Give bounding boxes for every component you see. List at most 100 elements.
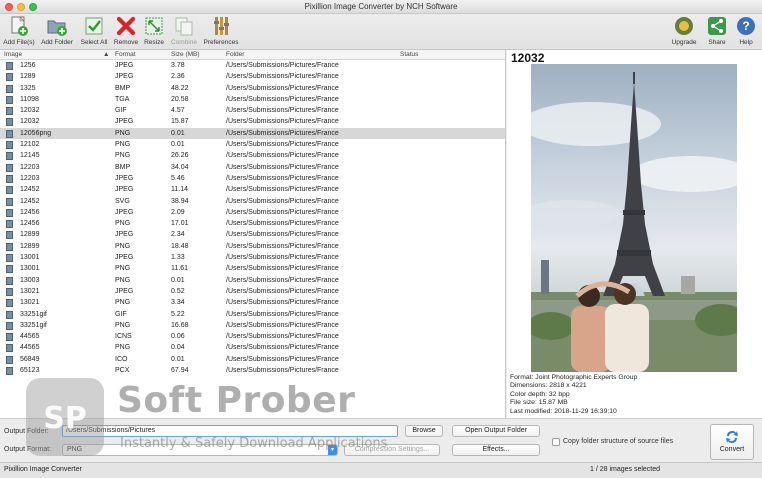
upgrade-icon bbox=[675, 17, 693, 35]
column-header-image[interactable]: Image bbox=[4, 51, 22, 58]
table-row[interactable]: 13021 JPEG 0.52/Users/Submissions/Pictures… bbox=[0, 286, 505, 297]
file-list[interactable]: Image ▲ Format Size (MB) Folder Status 1… bbox=[0, 50, 506, 418]
table-row[interactable]: 12456 PNG 17.01/Users/Submissions/Pictures… bbox=[0, 218, 505, 229]
table-row[interactable]: 12032 GIF 4.57/Users/Submissions/Pictures/… bbox=[0, 105, 505, 116]
resize-button[interactable]: Resize bbox=[142, 15, 166, 46]
preferences-button[interactable]: Preferences bbox=[202, 15, 240, 46]
image-file-icon bbox=[6, 265, 13, 274]
help-icon: ? bbox=[737, 17, 755, 35]
table-row[interactable]: 12203 BMP 34.04/Users/Submissions/Pictures… bbox=[0, 162, 505, 173]
image-file-icon bbox=[6, 95, 13, 104]
combine-icon bbox=[175, 17, 193, 36]
cell-folder: /Users/Submissions/Pictures/France bbox=[226, 333, 339, 341]
cell-folder: /Users/Submissions/Pictures/France bbox=[226, 186, 339, 194]
effects-button[interactable]: Effects... bbox=[452, 444, 540, 456]
table-row[interactable]: 13021 PNG 3.34/Users/Submissions/Pictures/… bbox=[0, 297, 505, 308]
table-row[interactable]: 12452 SVG 38.94/Users/Submissions/Pictures… bbox=[0, 196, 505, 207]
table-row[interactable]: 13003 PNG 0.01/Users/Submissions/Pictures/… bbox=[0, 275, 505, 286]
table-row[interactable]: 12032 JPEG 15.87/Users/Submissions/Picture… bbox=[0, 116, 505, 127]
column-header-folder[interactable]: Folder bbox=[226, 51, 244, 58]
cell-format: PNG bbox=[115, 220, 131, 228]
cell-folder: /Users/Submissions/Pictures/France bbox=[226, 197, 339, 205]
table-row[interactable]: 11098 TGA 20.58/Users/Submissions/Pictures… bbox=[0, 94, 505, 105]
cell-folder: /Users/Submissions/Pictures/France bbox=[226, 355, 339, 363]
table-row[interactable]: 65123 PCX 67.94/Users/Submissions/Pictures… bbox=[0, 365, 505, 376]
cell-folder: /Users/Submissions/Pictures/France bbox=[226, 141, 339, 149]
column-header-format[interactable]: Format bbox=[115, 51, 136, 58]
share-button[interactable]: Share bbox=[702, 15, 732, 46]
cell-format: PNG bbox=[115, 276, 131, 284]
cell-folder: /Users/Submissions/Pictures/France bbox=[226, 208, 339, 216]
table-row[interactable]: 12899 PNG 18.48/Users/Submissions/Pictures… bbox=[0, 241, 505, 252]
convert-button[interactable]: Convert bbox=[710, 424, 754, 460]
cell-format: GIF bbox=[115, 107, 127, 115]
table-row[interactable]: 12056png PNG 0.01/Users/Submissions/Pictur… bbox=[0, 127, 505, 140]
column-header-status[interactable]: Status bbox=[400, 51, 418, 58]
cell-image: 65123 bbox=[20, 367, 40, 375]
cell-folder: /Users/Submissions/Pictures/France bbox=[226, 254, 339, 262]
title-bar: Pixillion Image Converter by NCH Softwar… bbox=[0, 0, 762, 14]
cell-size: 3.34 bbox=[171, 299, 185, 307]
cell-format: PNG bbox=[115, 152, 131, 160]
browse-button[interactable]: Browse bbox=[405, 425, 443, 437]
table-row[interactable]: 56849 ICO 0.01/Users/Submissions/Pictures/… bbox=[0, 354, 505, 365]
cell-size: 67.94 bbox=[171, 367, 189, 375]
table-row[interactable]: 12456 JPEG 2.09/Users/Submissions/Pictures… bbox=[0, 207, 505, 218]
cell-image: 13021 bbox=[20, 287, 40, 295]
upgrade-button[interactable]: Upgrade bbox=[668, 15, 700, 46]
image-file-icon bbox=[6, 321, 13, 330]
cell-folder: /Users/Submissions/Pictures/France bbox=[226, 242, 339, 250]
cell-format: PNG bbox=[115, 265, 131, 273]
sort-ascending-icon: ▲ bbox=[103, 51, 110, 58]
status-selection-count: 1 / 28 images selected bbox=[590, 466, 661, 473]
add-folder-icon bbox=[47, 20, 67, 36]
table-row[interactable]: 1256 JPEG 3.78/Users/Submissions/Pictures/… bbox=[0, 60, 505, 71]
combine-button[interactable]: Combine bbox=[168, 15, 200, 46]
table-row[interactable]: 12145 PNG 26.26/Users/Submissions/Pictures… bbox=[0, 150, 505, 161]
cell-size: 2.09 bbox=[171, 208, 185, 216]
column-header-size[interactable]: Size (MB) bbox=[171, 51, 200, 58]
cell-image: 12032 bbox=[20, 118, 40, 126]
table-row[interactable]: 44565 PNG 0.04/Users/Submissions/Pictures/… bbox=[0, 342, 505, 353]
cell-format: ICNS bbox=[115, 333, 132, 341]
cell-folder: /Users/Submissions/Pictures/France bbox=[226, 62, 339, 69]
table-row[interactable]: 1325 BMP 48.22/Users/Submissions/Pictures/… bbox=[0, 83, 505, 94]
select-all-button[interactable]: Select All bbox=[78, 15, 110, 46]
table-row[interactable]: 12203 JPEG 5.46/Users/Submissions/Pictures… bbox=[0, 173, 505, 184]
cell-folder: /Users/Submissions/Pictures/France bbox=[226, 163, 339, 171]
cell-image: 13003 bbox=[20, 276, 40, 284]
preview-dimensions: Dimensions: 2818 x 4221 bbox=[510, 382, 587, 390]
remove-button[interactable]: Remove bbox=[112, 15, 140, 46]
table-row[interactable]: 12102 PNG 0.01/Users/Submissions/Pictures/… bbox=[0, 139, 505, 150]
cell-folder: /Users/Submissions/Pictures/France bbox=[226, 95, 339, 103]
table-row[interactable]: 12452 JPEG 11.14/Users/Submissions/Picture… bbox=[0, 184, 505, 195]
cell-folder: /Users/Submissions/Pictures/France bbox=[226, 276, 339, 284]
table-row[interactable]: 1289 JPEG 2.36/Users/Submissions/Pictures/… bbox=[0, 71, 505, 82]
table-row[interactable]: 33251gif PNG 16.68/Users/Submissions/Pictu… bbox=[0, 320, 505, 331]
cell-format: BMP bbox=[115, 84, 131, 92]
open-output-folder-button[interactable]: Open Output Folder bbox=[452, 425, 540, 437]
table-row[interactable]: 12899 JPEG 2.34/Users/Submissions/Pictures… bbox=[0, 229, 505, 240]
cell-format: JPEG bbox=[115, 254, 134, 262]
cell-format: JPEG bbox=[115, 231, 134, 239]
copy-structure-checkbox[interactable] bbox=[552, 438, 560, 446]
cell-size: 0.01 bbox=[171, 141, 185, 149]
table-row[interactable]: 13001 PNG 11.61/Users/Submissions/Pictures… bbox=[0, 263, 505, 274]
image-file-icon bbox=[6, 73, 13, 82]
cell-folder: /Users/Submissions/Pictures/France bbox=[226, 107, 339, 115]
add-folder-button[interactable]: Add Folder bbox=[38, 15, 76, 46]
cell-size: 11.14 bbox=[171, 186, 188, 194]
image-file-icon bbox=[6, 254, 13, 263]
cell-folder: /Users/Submissions/Pictures/France bbox=[226, 129, 339, 137]
table-row[interactable]: 44565 ICNS 0.06/Users/Submissions/Pictures… bbox=[0, 331, 505, 342]
image-file-icon bbox=[6, 118, 13, 127]
add-files-button[interactable]: Add File(s) bbox=[2, 15, 36, 46]
table-row[interactable]: 33251gif GIF 5.22/Users/Submissions/Pictur… bbox=[0, 309, 505, 320]
table-row[interactable]: 13001 JPEG 1.33/Users/Submissions/Pictures… bbox=[0, 252, 505, 263]
cell-size: 0.52 bbox=[171, 287, 185, 295]
cell-size: 0.06 bbox=[171, 333, 185, 341]
image-file-icon bbox=[6, 186, 13, 195]
cell-image: 44565 bbox=[20, 333, 40, 341]
cell-format: PNG bbox=[115, 344, 131, 352]
help-button[interactable]: ? Help bbox=[734, 15, 758, 46]
